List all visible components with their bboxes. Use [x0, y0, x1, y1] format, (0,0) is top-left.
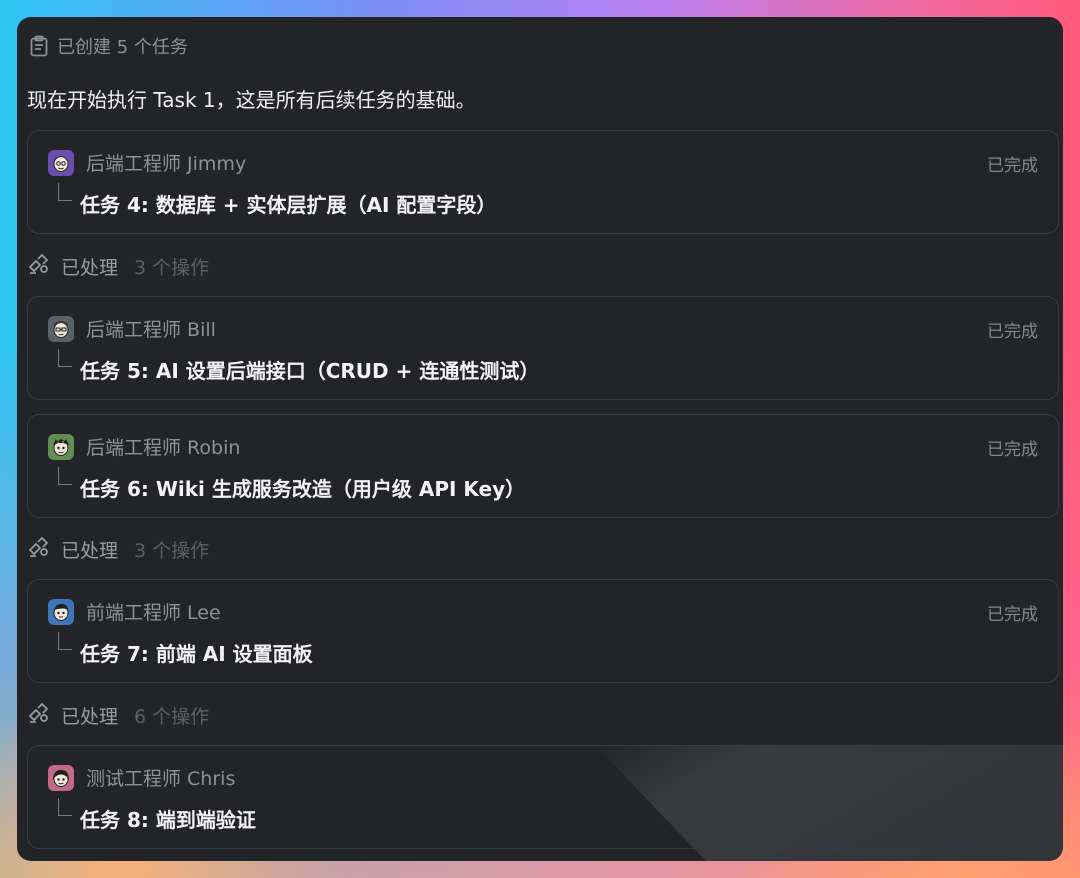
avatar: [48, 149, 74, 176]
branch-connector-icon: [58, 798, 72, 816]
tools-icon: [27, 253, 51, 280]
task-row: 任务 5: AI 设置后端接口（CRUD + 连通性测试）: [58, 349, 540, 384]
processed-count: 6 个操作: [134, 706, 210, 728]
task-title: 任务 5: AI 设置后端接口（CRUD + 连通性测试）: [80, 359, 540, 383]
branch-connector-icon: [58, 632, 72, 650]
agent-name: 前端工程师 Lee: [86, 602, 221, 624]
agent-name: 后端工程师 Jimmy: [86, 153, 247, 175]
status-badge: 已完成: [987, 440, 1038, 460]
agent-info: 前端工程师 Lee: [48, 598, 221, 625]
task-card[interactable]: 后端工程师 Bill 已完成 任务 5: AI 设置后端接口（CRUD + 连通…: [27, 296, 1059, 400]
processed-row[interactable]: 已处理 6 个操作: [27, 702, 209, 729]
tasks-created-label: 已创建 5 个任务: [57, 37, 188, 58]
tools-icon: [27, 536, 51, 563]
agent-name: 后端工程师 Robin: [86, 437, 241, 459]
avatar: [48, 433, 74, 460]
agent-info: 后端工程师 Jimmy: [48, 149, 246, 176]
processed-label: 已处理: [61, 257, 119, 279]
branch-connector-icon: [58, 183, 72, 201]
tasks-created-header[interactable]: 已创建 5 个任务: [29, 33, 188, 59]
agent-info: 后端工程师 Robin: [48, 433, 240, 460]
task-card[interactable]: 后端工程师 Robin 已完成 任务 6: Wiki 生成服务改造（用户级 AP…: [27, 414, 1059, 518]
task-row: 任务 7: 前端 AI 设置面板: [58, 632, 313, 667]
processed-count: 3 个操作: [134, 540, 210, 562]
task-card[interactable]: 测试工程师 Chris 任务 8: 端到端验证: [27, 745, 1059, 849]
task-row: 任务 8: 端到端验证: [58, 798, 256, 833]
processed-label: 已处理: [61, 706, 119, 728]
status-badge: 已完成: [987, 156, 1038, 176]
task-row: 任务 6: Wiki 生成服务改造（用户级 API Key）: [58, 467, 526, 502]
agent-name: 后端工程师 Bill: [86, 319, 216, 341]
agent-info: 后端工程师 Bill: [48, 315, 216, 342]
task-title: 任务 6: Wiki 生成服务改造（用户级 API Key）: [80, 477, 526, 501]
tools-icon: [27, 702, 51, 729]
task-card[interactable]: 前端工程师 Lee 已完成 任务 7: 前端 AI 设置面板: [27, 579, 1059, 683]
processed-row[interactable]: 已处理 3 个操作: [27, 536, 209, 563]
avatar: [48, 598, 74, 625]
processed-label: 已处理: [61, 540, 119, 562]
task-row: 任务 4: 数据库 + 实体层扩展（AI 配置字段）: [58, 183, 497, 218]
status-badge: 已完成: [987, 605, 1038, 625]
task-card[interactable]: 后端工程师 Jimmy 已完成 任务 4: 数据库 + 实体层扩展（AI 配置字…: [27, 130, 1059, 234]
avatar: [48, 764, 74, 791]
task-title: 任务 7: 前端 AI 设置面板: [80, 642, 313, 666]
agent-info: 测试工程师 Chris: [48, 764, 235, 791]
task-title: 任务 4: 数据库 + 实体层扩展（AI 配置字段）: [80, 193, 497, 217]
agent-name: 测试工程师 Chris: [86, 768, 236, 790]
task-panel: 已创建 5 个任务 现在开始执行 Task 1，这是所有后续任务的基础。 后端工…: [17, 17, 1063, 861]
processed-row[interactable]: 已处理 3 个操作: [27, 253, 209, 280]
intro-message: 现在开始执行 Task 1，这是所有后续任务的基础。: [27, 88, 476, 112]
clipboard-icon: [29, 35, 49, 57]
status-badge: 已完成: [987, 322, 1038, 342]
branch-connector-icon: [58, 467, 72, 485]
branch-connector-icon: [58, 349, 72, 367]
avatar: [48, 315, 74, 342]
processed-count: 3 个操作: [134, 257, 210, 279]
task-title: 任务 8: 端到端验证: [80, 808, 256, 832]
